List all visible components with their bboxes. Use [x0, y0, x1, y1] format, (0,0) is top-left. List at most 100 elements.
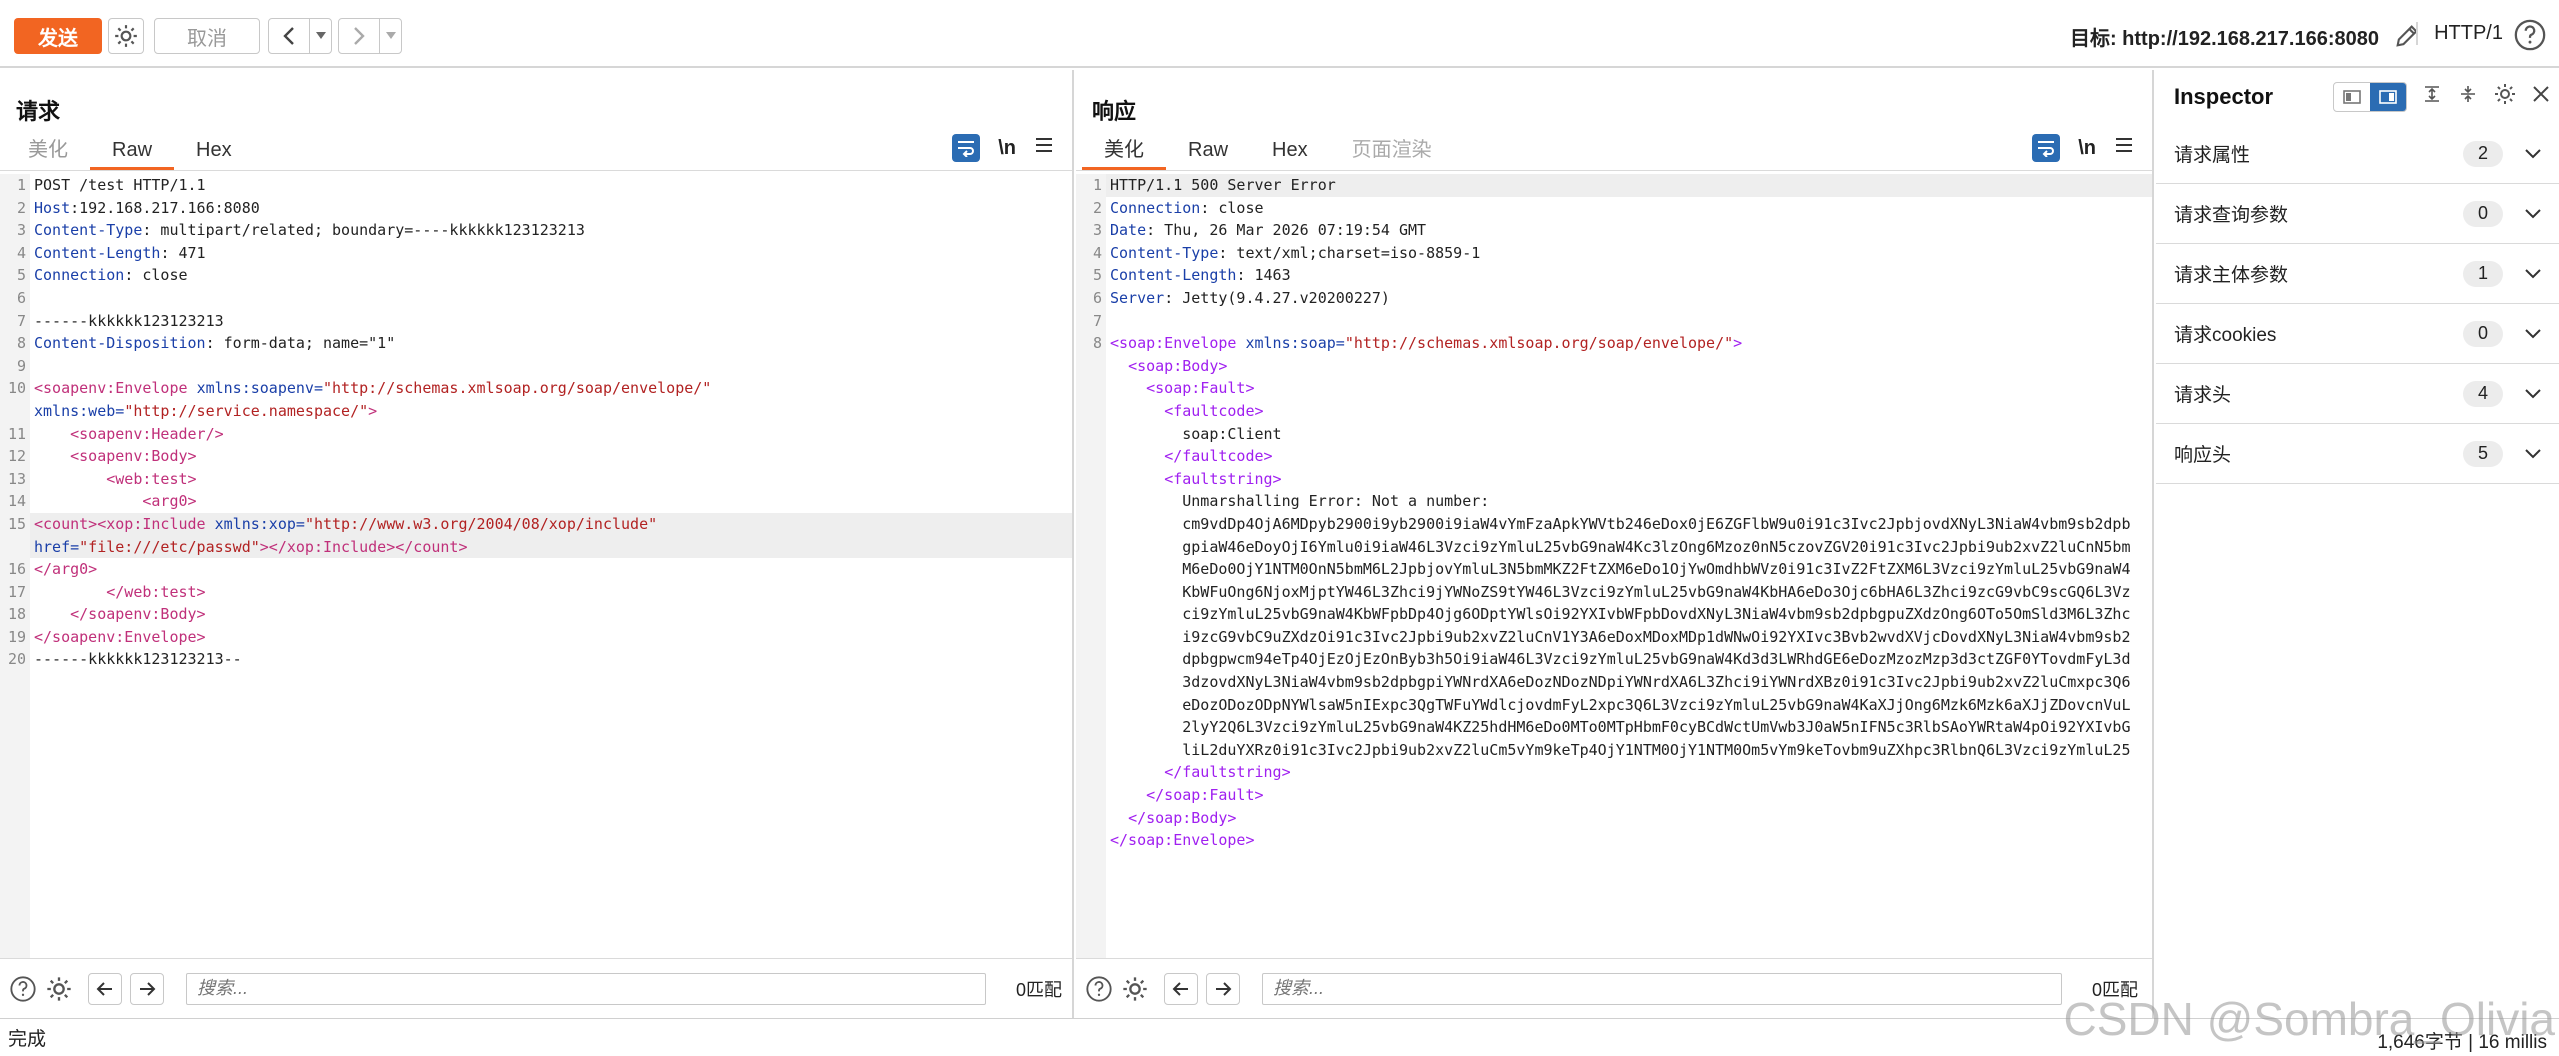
show-newlines-toggle[interactable]: \n [998, 137, 1016, 160]
close-icon[interactable] [2531, 84, 2551, 110]
code-line: </faultstring> [1076, 761, 2152, 785]
code-line: 4 Content-Length: 471 [0, 241, 1072, 265]
code-line: </faultcode> [1076, 445, 2152, 468]
code-line: 17 </web:test> [0, 580, 1072, 604]
code-line: 15 <count><xop:Include xmlns:xop="http://… [0, 512, 1072, 536]
expand-all-icon[interactable] [2421, 83, 2443, 111]
search-next-button[interactable] [1206, 972, 1240, 1005]
chevron-down-icon[interactable] [2521, 322, 2545, 346]
code-line: </soap:Fault> [1076, 784, 2152, 807]
chevron-down-icon[interactable] [2521, 202, 2545, 226]
request-panel: 请求 美化 Raw Hex \n 1 POST /test HTTP/1.1 2H… [0, 70, 1074, 1018]
help-icon[interactable] [1084, 974, 1114, 1004]
send-button[interactable]: 发送 [14, 18, 102, 54]
inspector-row-response-headers[interactable]: 响应头 5 [2156, 424, 2559, 484]
code-line: KbWFuOng6NjoxMjptYW46L3Zhci9jYWNoZS9tYW4… [1076, 580, 2152, 604]
code-line: 19 </soapenv:Envelope> [0, 625, 1072, 649]
inspector-list-view-icon[interactable] [2334, 83, 2370, 111]
code-line: 1 POST /test HTTP/1.1 [0, 174, 1072, 197]
search-prev-button[interactable] [88, 972, 122, 1005]
request-tab-raw[interactable]: Raw [90, 130, 175, 170]
inspector-row-count: 2 [2463, 140, 2503, 167]
request-editor[interactable]: 1 POST /test HTTP/1.1 2 Host:192.168.217.1… [0, 174, 1072, 672]
code-line: 11 <soapenv:Header/> [0, 422, 1072, 446]
request-tab-pretty[interactable]: 美化 [6, 130, 90, 170]
code-line: </soap:Envelope> [1076, 829, 2152, 852]
inspector-layout-toggle [2333, 82, 2407, 112]
request-search-input[interactable] [186, 972, 986, 1005]
chevron-down-icon[interactable] [2521, 382, 2545, 406]
code-line: 13 <web:test> [0, 467, 1072, 491]
code-line: 5 Connection: close [0, 264, 1072, 287]
response-tab-render[interactable]: 页面渲染 [1330, 130, 1454, 170]
code-line: 9 [0, 354, 1072, 378]
response-tab-pretty[interactable]: 美化 [1082, 130, 1166, 170]
code-line: 8 Content-Disposition: form-data; name="1… [0, 332, 1072, 355]
code-line: 2lyY2Q6L3Vzci9zYmluL25vbG9naW4KZ25hdHM6e… [1076, 716, 2152, 739]
response-editor[interactable]: 1 HTTP/1.1 500 Server Error 2 Connection: … [1076, 174, 2152, 852]
inspector-row-count: 0 [2463, 200, 2503, 227]
menu-icon[interactable] [2114, 136, 2134, 160]
forward-arrow-icon[interactable] [339, 19, 379, 53]
gear-icon[interactable] [2493, 82, 2517, 112]
inspector-row-request-attributes[interactable]: 请求属性 2 [2156, 124, 2559, 184]
request-tabs: 美化 Raw Hex [6, 130, 254, 170]
back-nav[interactable] [268, 18, 332, 54]
chevron-down-icon[interactable] [2521, 442, 2545, 466]
http-version[interactable]: HTTP/1 [2416, 22, 2503, 45]
gear-icon[interactable] [1120, 974, 1150, 1004]
response-tab-raw[interactable]: Raw [1166, 130, 1250, 170]
inspector-row-body-params[interactable]: 请求主体参数 1 [2156, 244, 2559, 304]
code-line: <faultcode> [1076, 399, 2152, 423]
back-history-dropdown-icon[interactable] [309, 19, 331, 53]
code-line: 7 [1076, 309, 2152, 333]
code-line: 3 Date: Thu, 26 Mar 2026 07:19:54 GMT [1076, 219, 2152, 242]
code-line: href="file:///etc/passwd"></xop:Include>… [0, 535, 1072, 559]
gear-icon[interactable] [44, 974, 74, 1004]
response-title: 响应 [1092, 99, 1137, 124]
menu-icon[interactable] [1034, 136, 1054, 160]
settings-button[interactable] [108, 18, 144, 54]
code-line: 3 Content-Type: multipart/related; bounda… [0, 219, 1072, 242]
inspector-row-query-params[interactable]: 请求查询参数 0 [2156, 184, 2559, 244]
inspector-side-view-icon[interactable] [2370, 83, 2406, 111]
code-line: 12 <soapenv:Body> [0, 445, 1072, 468]
response-tab-hex[interactable]: Hex [1250, 130, 1330, 170]
code-line: ci9zYmluL25vbG9naW4KbWFpbDp4Ojg6ODptYWls… [1076, 603, 2152, 626]
word-wrap-icon[interactable] [2032, 134, 2061, 162]
code-line: gpiaW46eDoyOjI6Ymlu0i9iaW46L3Vzci9zYmluL… [1076, 535, 2152, 559]
inspector-row-count: 0 [2463, 320, 2503, 347]
search-next-button[interactable] [130, 972, 164, 1005]
back-arrow-icon[interactable] [269, 19, 309, 53]
chevron-down-icon[interactable] [2521, 142, 2545, 166]
inspector-row-request-headers[interactable]: 请求头 4 [2156, 364, 2559, 424]
chevron-down-icon[interactable] [2521, 262, 2545, 286]
inspector-tools [2333, 82, 2551, 112]
inspector-row-cookies[interactable]: 请求cookies 0 [2156, 304, 2559, 364]
search-prev-button[interactable] [1164, 972, 1198, 1005]
code-line: 6 Server: Jetty(9.4.27.v20200227) [1076, 286, 2152, 310]
help-button[interactable] [2513, 18, 2547, 52]
show-newlines-toggle[interactable]: \n [2078, 137, 2096, 160]
inspector-row-label: 请求cookies [2174, 325, 2277, 346]
word-wrap-icon[interactable] [952, 134, 981, 162]
code-line: <soap:Body> [1076, 354, 2152, 378]
collapse-all-icon[interactable] [2457, 83, 2479, 111]
code-line: xmlns:web="http://service.namespace/"> [0, 399, 1072, 423]
code-line: 2 Host:192.168.217.166:8080 [0, 196, 1072, 220]
forward-nav[interactable] [338, 18, 402, 54]
code-line: dpbgpwcm94eTp4OjEzOjEzOnByb3h5Oi9iaW46L3… [1076, 648, 2152, 672]
gear-icon [115, 25, 137, 47]
cancel-button[interactable]: 取消 [154, 18, 260, 54]
request-tab-hex[interactable]: Hex [174, 130, 254, 170]
code-line: <faultstring> [1076, 467, 2152, 491]
code-line: soap:Client [1076, 422, 2152, 446]
forward-history-dropdown-icon[interactable] [379, 19, 401, 53]
inspector-row-label: 响应头 [2174, 445, 2232, 466]
response-editor-tools: \n [2032, 130, 2134, 166]
help-icon[interactable] [8, 974, 38, 1004]
response-search-input[interactable] [1262, 972, 2062, 1005]
code-line: 14 <arg0> [0, 490, 1072, 513]
code-line: i9zcG9vbC9uZXdzOi91c3Ivc2Jpbi9ub2xvZ2luC… [1076, 625, 2152, 649]
code-line: 7 ------kkkkkk123123213 [0, 309, 1072, 333]
